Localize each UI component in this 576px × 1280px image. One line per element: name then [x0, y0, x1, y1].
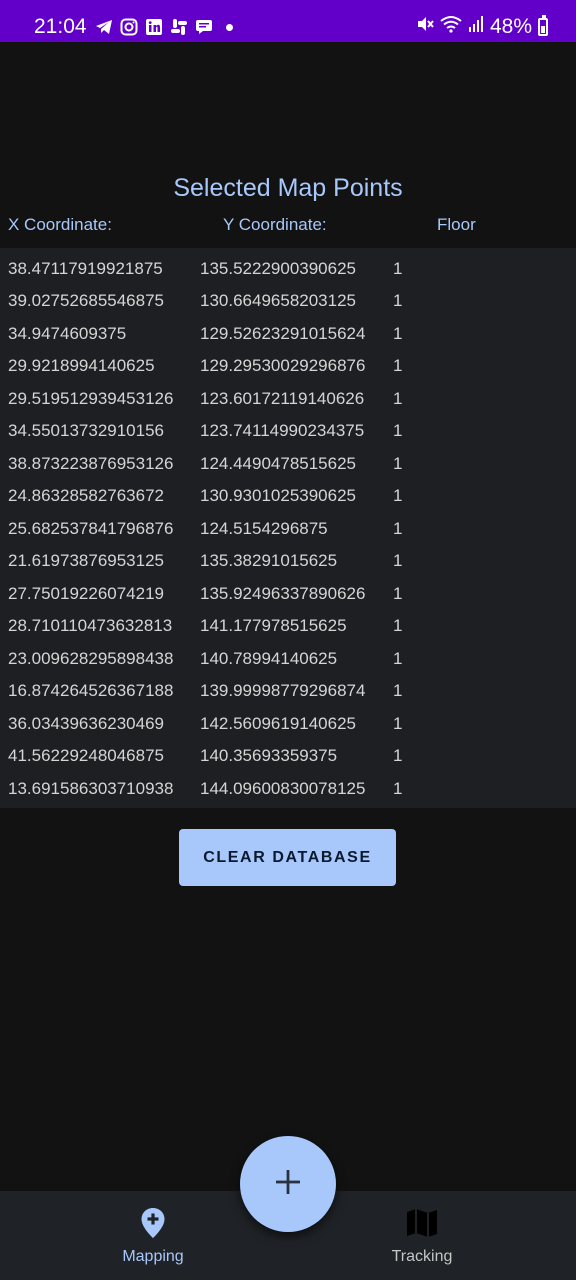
signal-icon [468, 15, 484, 39]
plus-icon [274, 1168, 302, 1201]
instagram-icon [120, 18, 138, 36]
cell-x: 34.9474609375 [8, 324, 127, 343]
cell-x: 27.75019226074219 [8, 584, 164, 603]
cell-x: 24.86328582763672 [8, 486, 164, 505]
cell-floor: 1 [393, 746, 403, 765]
cell-floor: 1 [393, 486, 403, 505]
cell-x: 29.519512939453126 [8, 389, 174, 408]
column-header-floor: Floor [437, 215, 476, 234]
cell-x: 13.691586303710938 [8, 779, 174, 798]
chat-icon [195, 18, 213, 36]
cell-x: 38.47117919921875 [8, 259, 163, 278]
clear-database-button[interactable]: CLEAR DATABASE [179, 829, 396, 886]
cell-y: 140.35693359375 [200, 746, 338, 765]
cell-y: 124.5154296875 [200, 519, 328, 538]
table-row[interactable]: 34.55013732910156 123.74114990234375 1 [0, 415, 576, 447]
cell-y: 139.99998779296874 [200, 681, 366, 700]
table-row[interactable]: 36.03439636230469 142.5609619140625 1 [0, 708, 576, 740]
cell-x: 29.9218994140625 [8, 356, 155, 375]
table-row[interactable]: 41.56229248046875 140.35693359375 1 [0, 740, 576, 772]
map-icon [404, 1205, 440, 1241]
cell-x: 34.55013732910156 [8, 421, 164, 440]
cell-floor: 1 [393, 681, 403, 700]
status-bar: 21:04 48% [0, 0, 576, 42]
cell-y: 135.92496337890626 [200, 584, 366, 603]
telegram-icon [95, 18, 113, 36]
wifi-icon [440, 15, 462, 39]
cell-y: 135.5222900390625 [200, 259, 356, 278]
cell-y: 130.9301025390625 [200, 486, 356, 505]
cell-x: 41.56229248046875 [8, 746, 164, 765]
column-header-x: X Coordinate: [8, 215, 112, 234]
table-row[interactable]: 25.682537841796876 124.5154296875 1 [0, 513, 576, 545]
points-table[interactable]: 38.47117919921875 135.5222900390625 1 39… [0, 248, 576, 808]
cell-floor: 1 [393, 779, 403, 798]
cell-x: 38.873223876953126 [8, 454, 174, 473]
map-pin-plus-icon [135, 1205, 171, 1241]
cell-floor: 1 [393, 551, 403, 570]
status-time: 21:04 [34, 15, 87, 38]
cell-y: 123.74114990234375 [200, 421, 365, 440]
table-row[interactable]: 34.9474609375 129.52623291015624 1 [0, 318, 576, 350]
cell-y: 135.38291015625 [200, 551, 338, 570]
cell-floor: 1 [393, 584, 403, 603]
more-notifications-dot [226, 23, 233, 31]
cell-floor: 1 [393, 421, 403, 440]
cell-floor: 1 [393, 324, 403, 343]
cell-y: 144.09600830078125 [200, 779, 366, 798]
cell-y: 130.6649658203125 [200, 291, 356, 310]
cell-floor: 1 [393, 616, 403, 635]
page-title: Selected Map Points [173, 174, 403, 202]
cell-x: 36.03439636230469 [8, 714, 164, 733]
table-row[interactable]: 38.47117919921875 135.5222900390625 1 [0, 253, 576, 285]
cell-y: 124.4490478515625 [200, 454, 356, 473]
cell-floor: 1 [393, 649, 403, 668]
nav-item-tracking[interactable]: Tracking [337, 1191, 507, 1280]
column-header-y: Y Coordinate: [223, 215, 327, 234]
table-row[interactable]: 28.710110473632813 141.177978515625 1 [0, 610, 576, 642]
table-row[interactable]: 23.009628295898438 140.78994140625 1 [0, 643, 576, 675]
linkedin-icon [145, 18, 163, 36]
battery-percent: 48% [489, 15, 532, 38]
notification-icons [95, 13, 233, 41]
table-row[interactable]: 39.02752685546875 130.6649658203125 1 [0, 285, 576, 317]
cell-y: 129.29530029296876 [200, 356, 366, 375]
cell-y: 140.78994140625 [200, 649, 338, 668]
cell-y: 123.60172119140626 [200, 389, 365, 408]
table-row[interactable]: 16.874264526367188 139.99998779296874 1 [0, 675, 576, 707]
cell-y: 141.177978515625 [200, 616, 347, 635]
nav-label-mapping: Mapping [122, 1248, 184, 1265]
cell-y: 129.52623291015624 [200, 324, 366, 343]
cell-x: 39.02752685546875 [8, 291, 164, 310]
table-row[interactable]: 29.519512939453126 123.60172119140626 1 [0, 383, 576, 415]
table-row[interactable]: 38.873223876953126 124.4490478515625 1 [0, 448, 576, 480]
cell-y: 142.5609619140625 [200, 714, 356, 733]
cell-floor: 1 [393, 389, 403, 408]
add-point-fab[interactable] [240, 1136, 336, 1232]
system-status: 48% [416, 13, 548, 41]
cell-x: 21.61973876953125 [8, 551, 164, 570]
table-row[interactable]: 24.86328582763672 130.9301025390625 1 [0, 480, 576, 512]
cell-floor: 1 [393, 259, 403, 278]
cell-x: 16.874264526367188 [8, 681, 174, 700]
cell-x: 28.710110473632813 [8, 616, 173, 635]
cell-x: 23.009628295898438 [8, 649, 174, 668]
table-row[interactable]: 29.9218994140625 129.29530029296876 1 [0, 350, 576, 382]
cell-x: 25.682537841796876 [8, 519, 174, 538]
battery-icon [538, 15, 548, 36]
cell-floor: 1 [393, 454, 403, 473]
table-row[interactable]: 21.61973876953125 135.38291015625 1 [0, 545, 576, 577]
slack-icon [170, 18, 188, 36]
nav-label-tracking: Tracking [391, 1248, 453, 1265]
nav-item-mapping[interactable]: Mapping [68, 1191, 238, 1280]
cell-floor: 1 [393, 714, 403, 733]
mute-icon [416, 15, 434, 39]
cell-floor: 1 [393, 519, 403, 538]
cell-floor: 1 [393, 291, 403, 310]
cell-floor: 1 [393, 356, 403, 375]
table-row[interactable]: 13.691586303710938 144.09600830078125 1 [0, 773, 576, 805]
table-row[interactable]: 27.75019226074219 135.92496337890626 1 [0, 578, 576, 610]
